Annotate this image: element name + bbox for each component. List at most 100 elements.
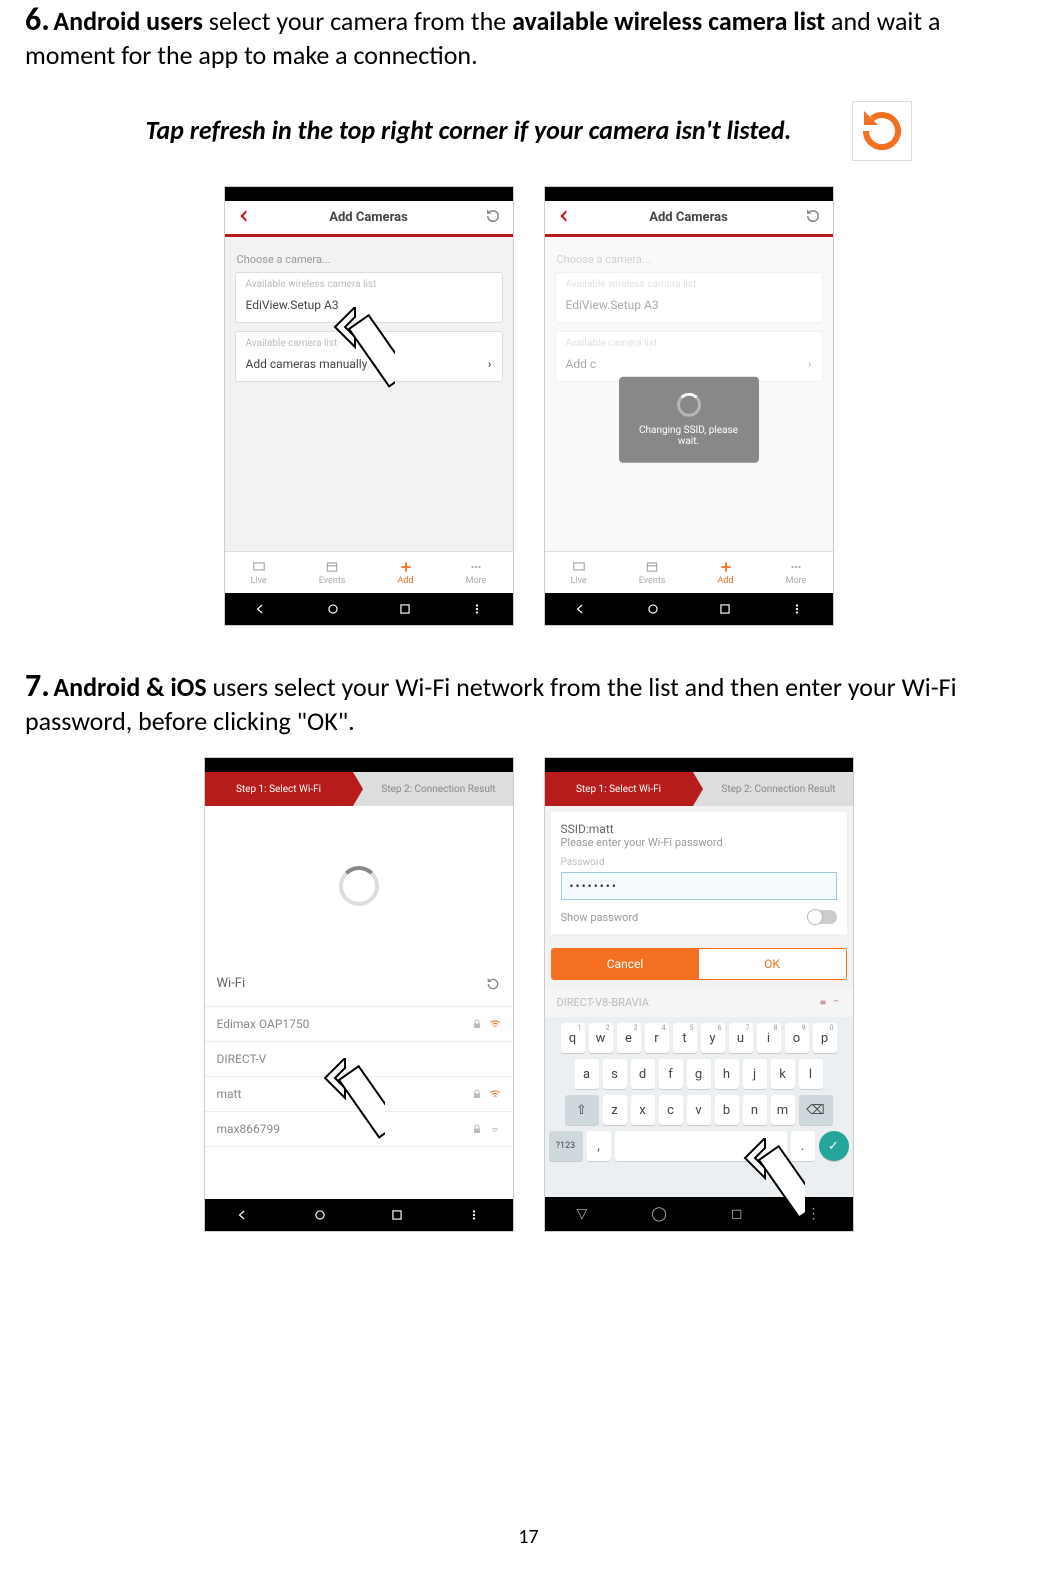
nav-recent-icon[interactable] [398, 602, 412, 616]
wifi-icon [831, 996, 841, 1006]
step2-label: Step 2: Connection Result [353, 772, 513, 806]
key-a[interactable]: a [575, 1059, 599, 1089]
nav-back-icon[interactable]: ▽ [576, 1206, 587, 1222]
key-h[interactable]: h [715, 1059, 739, 1089]
back-icon[interactable] [235, 207, 253, 229]
key-f[interactable]: f [659, 1059, 683, 1089]
password-input[interactable]: •••••••• [561, 872, 837, 900]
app-titlebar: Add Cameras [225, 201, 513, 237]
ssid-instruction: Please enter your Wi-Fi password [561, 836, 837, 849]
wifi-row[interactable]: DIRECT-V [205, 1042, 513, 1077]
cancel-button[interactable]: Cancel [552, 949, 699, 979]
tab-more[interactable]: More [786, 560, 807, 586]
period-key[interactable]: . [791, 1131, 815, 1161]
loading-toast: Changing SSID, please wait. [619, 377, 759, 463]
key-n[interactable]: n [743, 1095, 767, 1125]
space-key[interactable] [615, 1131, 787, 1161]
ssid-label: SSID:matt [561, 822, 837, 836]
key-q[interactable]: q1 [561, 1023, 585, 1053]
nav-menu-icon[interactable] [470, 602, 484, 616]
key-i[interactable]: i8 [757, 1023, 781, 1053]
stepper: Step 1: Select Wi-Fi Step 2: Connection … [545, 772, 853, 806]
nav-home-icon[interactable] [646, 602, 660, 616]
show-password-row[interactable]: Show password [561, 910, 837, 924]
tab-live[interactable]: Live [251, 560, 267, 586]
key-e[interactable]: e3 [617, 1023, 641, 1053]
key-r[interactable]: r4 [645, 1023, 669, 1053]
comma-key[interactable]: , [587, 1131, 611, 1161]
lock-icon [818, 996, 828, 1006]
chevron-right-icon: › [488, 357, 492, 371]
wifi-list: Wi-Fi Edimax OAP1750 DIRECT-V matt max86… [205, 966, 513, 1199]
wifi-row[interactable]: Edimax OAP1750 [205, 1007, 513, 1042]
nav-back-icon[interactable] [574, 602, 588, 616]
ok-button[interactable]: OK [699, 949, 846, 979]
nav-menu-icon[interactable]: ⋮ [806, 1206, 820, 1222]
wifi-icon [489, 1088, 501, 1100]
key-g[interactable]: g [687, 1059, 711, 1089]
key-x[interactable]: x [631, 1095, 655, 1125]
nav-recent-icon[interactable]: ◻ [731, 1206, 743, 1222]
nav-back-icon[interactable] [236, 1208, 250, 1222]
step-7-screenshots: Step 1: Select Wi-Fi Step 2: Connection … [25, 757, 1032, 1232]
step2-label: Step 2: Connection Result [693, 772, 853, 806]
refresh-icon [852, 101, 912, 161]
refresh-icon[interactable] [804, 207, 822, 229]
key-c[interactable]: c [659, 1095, 683, 1125]
android-nav-bar [205, 1199, 513, 1231]
wifi-row[interactable]: matt [205, 1077, 513, 1112]
android-nav-bar [225, 593, 513, 625]
tab-events[interactable]: Events [319, 560, 346, 586]
status-bar [225, 187, 513, 201]
enter-key[interactable]: ✓ [819, 1131, 849, 1161]
tab-events[interactable]: Events [639, 560, 666, 586]
step-6-number: 6. [25, 0, 50, 39]
dimmed-wifi-row: DIRECT-V8-BRAVIA [545, 988, 853, 1017]
tab-more[interactable]: More [466, 560, 487, 586]
toggle-icon[interactable] [807, 910, 837, 924]
key-t[interactable]: t5 [673, 1023, 697, 1053]
key-y[interactable]: y6 [701, 1023, 725, 1053]
step-7-text: Android & iOS users select your Wi-Fi ne… [25, 671, 957, 737]
nav-home-icon[interactable]: ◯ [651, 1206, 667, 1222]
key-s[interactable]: s [603, 1059, 627, 1089]
screenshot-add-cameras: Add Cameras Choose a camera... Available… [224, 186, 514, 626]
step1-label: Step 1: Select Wi-Fi [205, 772, 353, 806]
key-j[interactable]: j [743, 1059, 767, 1089]
camera-list-item[interactable]: EdiView.Setup A3 [236, 290, 502, 322]
key-w[interactable]: w2 [589, 1023, 613, 1053]
add-manually-row[interactable]: Add cameras manually› [236, 349, 502, 381]
step-6-text: Android users select your camera from th… [25, 5, 940, 71]
key-o[interactable]: o9 [785, 1023, 809, 1053]
key-b[interactable]: b [715, 1095, 739, 1125]
shift-key[interactable]: ⇧ [565, 1095, 599, 1125]
key-p[interactable]: p0 [813, 1023, 837, 1053]
refresh-icon[interactable] [485, 976, 501, 996]
key-d[interactable]: d [631, 1059, 655, 1089]
symbols-key[interactable]: ?123 [549, 1131, 583, 1161]
nav-recent-icon[interactable] [718, 602, 732, 616]
key-v[interactable]: v [687, 1095, 711, 1125]
nav-menu-icon[interactable] [467, 1208, 481, 1222]
wifi-row[interactable]: max866799 [205, 1112, 513, 1147]
step-7: 7. Android & iOS users select your Wi-Fi… [25, 666, 1032, 737]
key-z[interactable]: z [603, 1095, 627, 1125]
key-m[interactable]: m [771, 1095, 795, 1125]
step1-label: Step 1: Select Wi-Fi [545, 772, 693, 806]
nav-menu-icon[interactable] [790, 602, 804, 616]
nav-home-icon[interactable] [313, 1208, 327, 1222]
tab-add[interactable]: Add [398, 560, 414, 586]
nav-back-icon[interactable] [254, 602, 268, 616]
back-icon[interactable] [555, 207, 573, 229]
key-l[interactable]: l [799, 1059, 823, 1089]
tab-live[interactable]: Live [571, 560, 587, 586]
nav-recent-icon[interactable] [390, 1208, 404, 1222]
refresh-icon[interactable] [484, 207, 502, 229]
backspace-key[interactable]: ⌫ [799, 1095, 833, 1125]
key-u[interactable]: u7 [729, 1023, 753, 1053]
wifi-icon [489, 1123, 501, 1135]
tab-add[interactable]: Add [718, 560, 734, 586]
nav-home-icon[interactable] [326, 602, 340, 616]
key-k[interactable]: k [771, 1059, 795, 1089]
wifi-icon [489, 1018, 501, 1030]
